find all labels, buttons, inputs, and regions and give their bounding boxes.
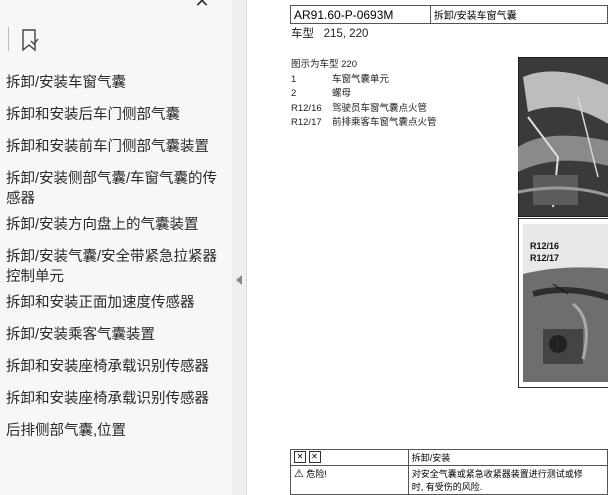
legend-key: R12/17 (291, 117, 322, 128)
toolbar-divider (8, 27, 9, 51)
sidebar-item[interactable]: 拆卸和安装座椅承载识别传感器 (6, 389, 224, 409)
legend-key: 1 (291, 73, 297, 85)
doc-title: 拆卸/安装车窗气囊 (429, 5, 608, 24)
legend-row: 1 车窗气囊单元 (291, 73, 437, 88)
danger-cell: ⚠ 危险! (290, 465, 409, 495)
legend-key: 2 (291, 88, 297, 99)
legend-row: R12/17 前排乘客车窗气囊点火管 (291, 116, 437, 131)
figure-label: R12/17 (530, 253, 560, 263)
sidebar-item[interactable]: 拆卸和安装座椅承载识别传感器 (6, 357, 224, 377)
table-icons-cell: ✕ ✕ (290, 449, 409, 466)
disconnect-icon: ✕ (308, 451, 321, 463)
sidebar-item[interactable]: 拆卸和安装正面加速度传感器 (6, 293, 224, 313)
sidebar-item[interactable]: 拆卸/安装车窗气囊 (6, 73, 224, 93)
ignition-off-icon: ✕ (294, 451, 306, 463)
legend-text: 驾驶员车窗气囊点火管 (332, 102, 428, 114)
danger-text-line: 对安全气囊或紧急收紧器装置进行测试或修 (411, 469, 583, 479)
vehicle-photo-top (518, 57, 608, 217)
close-icon[interactable]: ✕ (192, 0, 212, 11)
figure-caption: 图示为车型 220 (291, 59, 357, 70)
collapse-arrow-icon[interactable] (236, 275, 242, 285)
sidebar-item[interactable]: 后排侧部气囊,位置 (6, 421, 224, 441)
model-value: 215, 220 (323, 28, 369, 40)
legend-key: R12/16 (291, 102, 322, 114)
sidebar-item[interactable]: 拆卸和安装后车门侧部气囊 (6, 105, 224, 125)
panel-splitter[interactable] (232, 0, 247, 495)
bookmarks-panel: ✕ 拆卸/安装车窗气囊 拆卸和安装后车门侧部气囊 拆卸和安装前车门侧部气囊装置 … (0, 0, 233, 495)
safety-table: ✕ ✕ 拆卸/安装 ⚠ 危险! 对安全气囊或紧急收紧器装置进行测试或修 时, 有… (290, 449, 608, 495)
table-header-right: 拆卸/安装 (407, 449, 608, 466)
sidebar-item[interactable]: 拆卸/安装气囊/安全带紧急拉紧器控制单元 (6, 247, 224, 287)
sidebar-item[interactable]: 拆卸/安装侧部气囊/车窗气囊的传感器 (6, 169, 224, 209)
danger-label: 危险! (306, 469, 327, 479)
bookmark-options-icon[interactable] (18, 28, 42, 52)
doc-header-table: AR91.60-P-0693M 拆卸/安装车窗气囊 (290, 5, 608, 24)
sidebar-item[interactable]: 拆卸/安装方向盘上的气囊装置 (6, 215, 224, 235)
legend-text: 螺母 (332, 88, 352, 99)
model-line: 车型 215, 220 (291, 25, 368, 41)
sidebar-item[interactable]: 拆卸/安装乘客气囊装置 (6, 325, 224, 345)
legend-row: 2 螺母 (291, 87, 437, 102)
danger-text-line: 时, 有受伤的风险. (411, 482, 483, 492)
danger-text-cell: 对安全气囊或紧急收紧器装置进行测试或修 时, 有受伤的风险. (407, 465, 608, 495)
figure-label: R12/16 (530, 241, 560, 251)
model-label: 车型 (291, 28, 314, 40)
legend-row: R12/16 驾驶员车窗气囊点火管 (291, 102, 437, 117)
warning-icon: ⚠ (294, 468, 304, 480)
sidebar-item[interactable]: 拆卸和安装前车门侧部气囊装置 (6, 137, 224, 157)
doc-code: AR91.60-P-0693M (290, 5, 431, 24)
legend-text: 前排乘客车窗气囊点火管 (332, 117, 437, 128)
figure-legend: 图示为车型 220 1 车窗气囊单元 2 螺母 R12/16 驾驶员车窗气囊点火… (291, 58, 437, 131)
legend-text: 车窗气囊单元 (332, 73, 390, 85)
document-page: AR91.60-P-0693M 拆卸/安装车窗气囊 车型 215, 220 图示… (247, 0, 608, 495)
